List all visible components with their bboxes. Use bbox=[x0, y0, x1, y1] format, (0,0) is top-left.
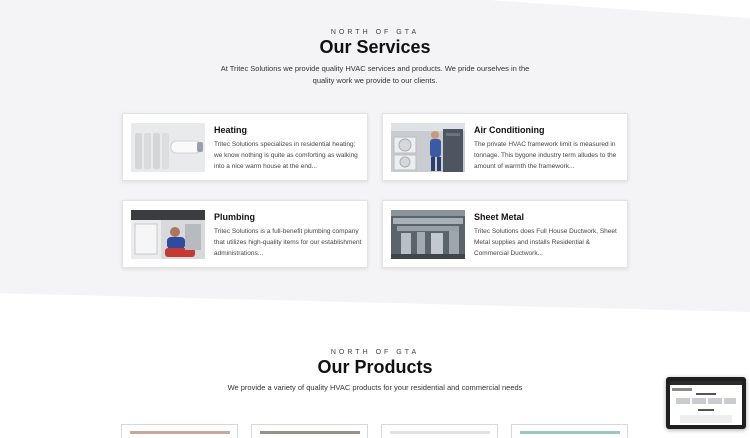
radiator-thermostat-image bbox=[131, 123, 205, 172]
service-card-title: Plumbing bbox=[214, 212, 255, 222]
product-card[interactable] bbox=[381, 424, 498, 438]
service-card-sheet-metal[interactable]: Sheet Metal Tritec Solutions does Full H… bbox=[382, 200, 628, 268]
ac-technician-image bbox=[391, 123, 465, 172]
service-card-heating[interactable]: Heating Tritec Solutions specializes in … bbox=[122, 113, 368, 181]
service-card-title: Sheet Metal bbox=[474, 212, 525, 222]
service-card-text: The private HVAC framework limit is meas… bbox=[474, 141, 617, 170]
products-intro: We provide a variety of quality HVAC pro… bbox=[227, 383, 523, 392]
service-card-text: Tritec Solutions does Full House Ductwor… bbox=[474, 228, 617, 257]
services-intro: At Tritec Solutions we provide quality H… bbox=[220, 64, 530, 85]
service-card-plumbing[interactable]: Plumbing Tritec Solutions is a full-bene… bbox=[122, 200, 368, 268]
product-card[interactable] bbox=[251, 424, 368, 438]
service-card-air-conditioning[interactable]: Air Conditioning The private HVAC framew… bbox=[382, 113, 628, 181]
page-preview-thumbnail[interactable] bbox=[666, 377, 746, 429]
product-card[interactable] bbox=[121, 424, 238, 438]
services-title: Our Services bbox=[319, 37, 431, 57]
service-card-title: Air Conditioning bbox=[474, 125, 545, 135]
service-card-text: Tritec Solutions specializes in resident… bbox=[214, 141, 358, 170]
service-card-text: Tritec Solutions is a full-benefit plumb… bbox=[214, 228, 362, 257]
product-card[interactable] bbox=[511, 424, 628, 438]
page-preview-screen bbox=[670, 381, 742, 425]
products-title: Our Products bbox=[317, 357, 433, 377]
service-card-title: Heating bbox=[214, 125, 248, 135]
plumber-under-sink-image bbox=[131, 210, 205, 259]
ductwork-image bbox=[391, 210, 465, 259]
products-eyebrow: NORTH OF GTA bbox=[330, 349, 420, 356]
services-eyebrow: NORTH OF GTA bbox=[330, 29, 420, 36]
